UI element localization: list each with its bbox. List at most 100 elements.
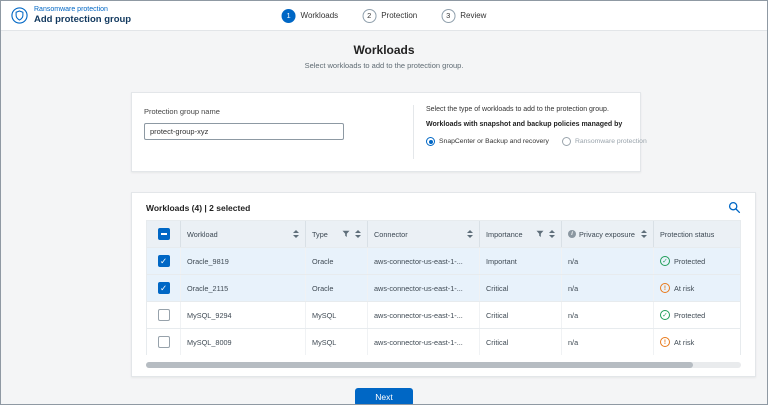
column-header-privacy-exposure: Privacy exposure [562, 221, 654, 247]
main-content: Workloads Select workloads to add to the… [1, 31, 767, 404]
sort-icon[interactable] [355, 230, 361, 238]
column-header-importance: Importance [480, 221, 562, 247]
select-all-cell [147, 221, 181, 247]
status-label: At risk [674, 337, 695, 347]
status-label: Protected [674, 310, 706, 320]
add-protection-group-screen: Ransomware protection Add protection gro… [0, 0, 768, 405]
step-1-label: Workloads [300, 11, 339, 20]
section-title: Workloads [353, 43, 415, 57]
horizontal-scrollbar[interactable] [146, 362, 741, 368]
info-icon[interactable] [568, 230, 576, 238]
top-bar: Ransomware protection Add protection gro… [1, 1, 767, 31]
step-review[interactable]: 3 Review [441, 8, 487, 23]
step-workloads[interactable]: 1 Workloads [281, 8, 339, 23]
type-cell: MySQL [306, 302, 368, 328]
protected-icon [660, 256, 670, 266]
column-header-connector: Connector [368, 221, 480, 247]
protection-group-form-card: Protection group name Select the type of… [131, 92, 647, 172]
next-button[interactable]: Next [355, 388, 413, 404]
importance-cell: Critical [480, 329, 562, 355]
workload-cell: MySQL_8009 [181, 329, 306, 355]
row-checkbox[interactable] [157, 255, 170, 267]
filter-icon[interactable] [342, 230, 350, 238]
at-risk-icon [660, 337, 670, 347]
radio-snapcenter-backup-recovery[interactable]: SnapCenter or Backup and recovery [426, 137, 549, 146]
connector-cell: aws-connector-us-east-1-... [368, 329, 480, 355]
type-cell: Oracle [306, 248, 368, 274]
protected-icon [660, 310, 670, 320]
connector-cell: aws-connector-us-east-1-... [368, 248, 480, 274]
row-checkbox[interactable] [157, 309, 170, 321]
status-label: At risk [674, 283, 695, 293]
importance-cell: Critical [480, 302, 562, 328]
sort-icon[interactable] [293, 230, 299, 238]
radio-label: Ransomware protection [574, 138, 647, 145]
page-title: Add protection group [34, 14, 132, 25]
sort-icon[interactable] [641, 230, 647, 238]
radio-button [426, 137, 435, 146]
status-label: Protected [674, 256, 706, 266]
radio-ransomware-protection[interactable]: Ransomware protection [561, 137, 647, 146]
scrollbar-thumb[interactable] [146, 362, 694, 368]
brand: Ransomware protection Add protection gro… [11, 6, 131, 25]
connector-cell: aws-connector-us-east-1-... [368, 275, 480, 301]
step-protection[interactable]: 2 Protection [362, 8, 418, 23]
radio-label: SnapCenter or Backup and recovery [439, 138, 549, 145]
footer: Next [1, 388, 767, 404]
sort-icon[interactable] [549, 230, 555, 238]
privacy-exposure-cell: n/a [562, 275, 654, 301]
type-cell: Oracle [306, 275, 368, 301]
protection-group-name-label: Protection group name [144, 107, 220, 116]
managed-by-radio-group: SnapCenter or Backup and recovery Ransom… [426, 137, 647, 146]
step-1-circle: 1 [281, 8, 296, 23]
workload-cell: MySQL_9294 [181, 302, 306, 328]
workload-cell: Oracle_2115 [181, 275, 306, 301]
connector-cell: aws-connector-us-east-1-... [368, 302, 480, 328]
table-summary: Workloads (4) | 2 selected [146, 202, 251, 213]
workload-type-section: Select the type of workloads to add to t… [414, 105, 647, 159]
protection-status-cell: Protected [654, 248, 740, 274]
table-row[interactable]: MySQL_9294 MySQL aws-connector-us-east-1… [147, 301, 740, 328]
group-name-section: Protection group name [144, 105, 414, 159]
workload-type-prompt: Select the type of workloads to add to t… [426, 106, 609, 113]
at-risk-icon [660, 283, 670, 293]
table-header-row: Workload Type Connector Importance i Pri… [147, 221, 740, 247]
sort-icon[interactable] [467, 230, 473, 238]
type-cell: MySQL [306, 329, 368, 355]
privacy-exposure-cell: n/a [562, 248, 654, 274]
protection-status-cell: At risk [654, 329, 740, 355]
ransomware-protection-icon [11, 7, 28, 24]
protection-status-cell: Protected [654, 302, 740, 328]
app-title: Ransomware protection [34, 6, 108, 13]
step-2-label: Protection [381, 11, 418, 20]
stepper: 1 Workloads 2 Protection 3 Review [281, 1, 487, 30]
column-header-workload: Workload [181, 221, 306, 247]
importance-cell: Critical [480, 275, 562, 301]
table-row[interactable]: Oracle_9819 Oracle aws-connector-us-east… [147, 247, 740, 274]
section-subtitle: Select workloads to add to the protectio… [304, 61, 464, 70]
privacy-exposure-cell: n/a [562, 302, 654, 328]
column-header-type: Type [306, 221, 368, 247]
table-toolbar: Workloads (4) | 2 selected [132, 193, 755, 220]
table-row[interactable]: Oracle_2115 Oracle aws-connector-us-east… [147, 274, 740, 301]
step-3-circle: 3 [441, 8, 456, 23]
workloads-table-card: Workloads (4) | 2 selected Workload Type [131, 192, 756, 377]
workload-cell: Oracle_9819 [181, 248, 306, 274]
managed-by-label: Workloads with snapshot and backup polic… [426, 121, 623, 128]
radio-button [561, 137, 571, 146]
workloads-table: Workload Type Connector Importance i Pri… [146, 220, 741, 355]
step-3-label: Review [460, 11, 487, 20]
filter-icon[interactable] [536, 230, 544, 238]
table-row[interactable]: MySQL_8009 MySQL aws-connector-us-east-1… [147, 328, 740, 355]
privacy-exposure-cell: n/a [562, 329, 654, 355]
select-all-checkbox[interactable] [157, 228, 170, 240]
search-icon[interactable] [728, 201, 741, 214]
title-block: Ransomware protection Add protection gro… [34, 6, 131, 25]
protection-group-name-input[interactable] [144, 123, 344, 140]
step-2-circle: 2 [362, 8, 377, 23]
importance-cell: Important [480, 248, 562, 274]
row-checkbox[interactable] [157, 282, 170, 294]
column-header-protection-status: Protection status [660, 229, 715, 239]
protection-status-cell: At risk [654, 275, 740, 301]
row-checkbox[interactable] [157, 336, 170, 348]
